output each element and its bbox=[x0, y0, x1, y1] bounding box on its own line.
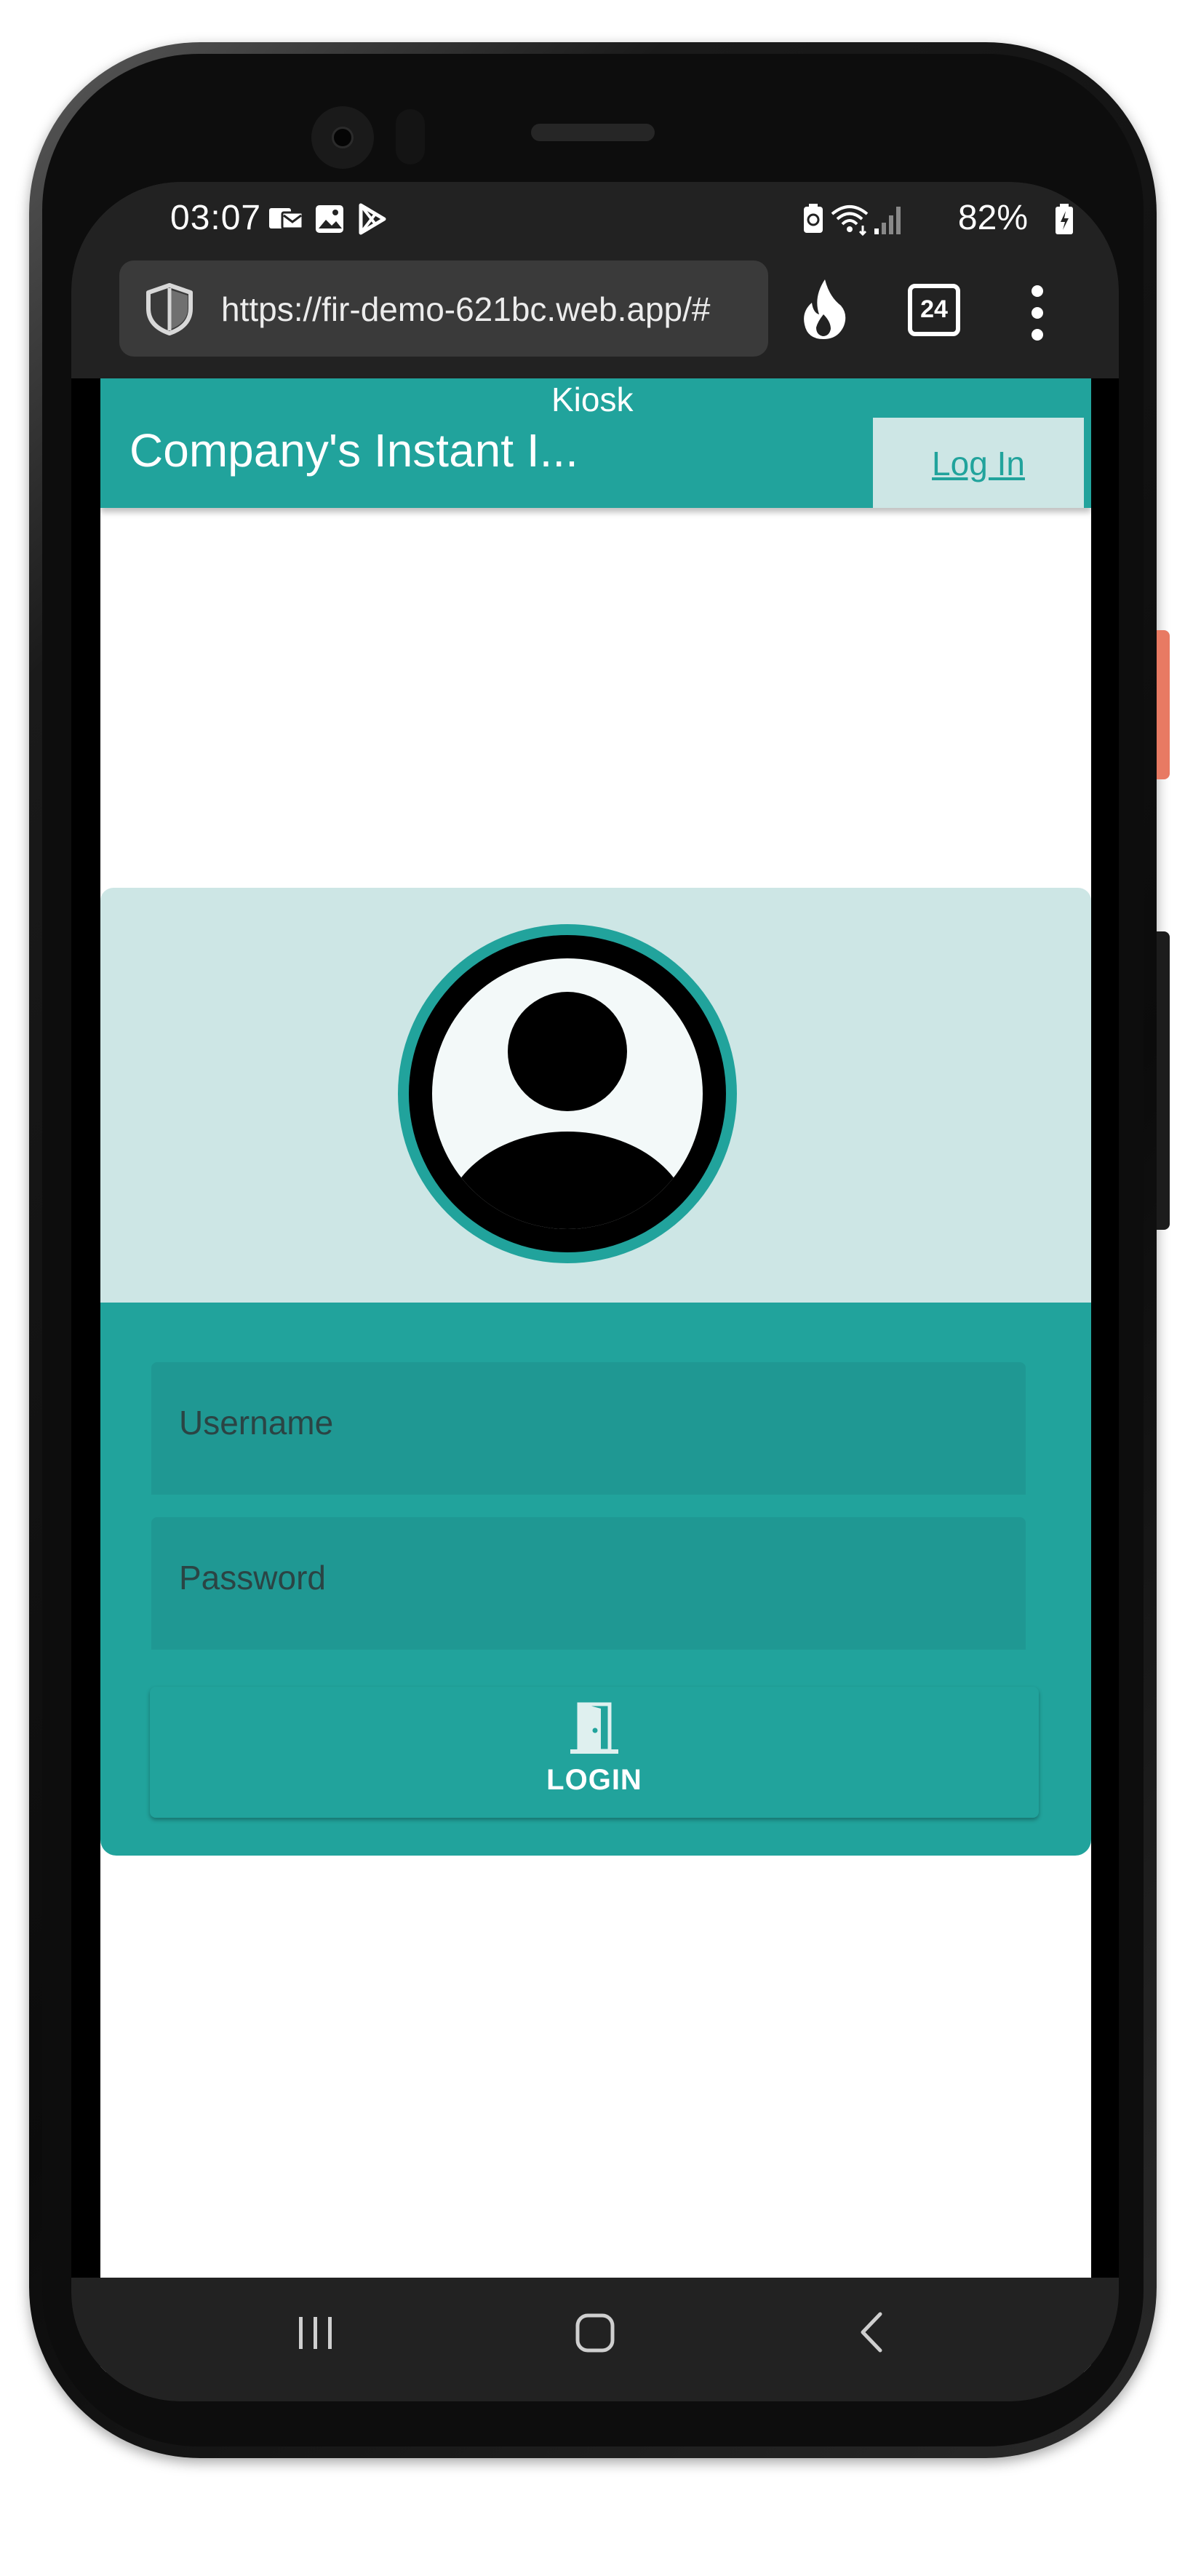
earpiece-speaker bbox=[531, 124, 655, 141]
back-icon[interactable] bbox=[828, 2299, 915, 2365]
battery-saver-icon bbox=[804, 204, 823, 233]
phone-screen: 03:07 82% https://fir-demo-621bc.web.app… bbox=[71, 182, 1119, 2401]
battery-charging-icon bbox=[1056, 204, 1073, 234]
proximity-sensor bbox=[396, 109, 425, 164]
login-form: Username Password LOGIN bbox=[100, 1303, 1091, 1856]
shield-icon[interactable] bbox=[144, 282, 195, 336]
app-title: Company's Instant I... bbox=[129, 424, 578, 477]
battery-percentage: 82% bbox=[957, 199, 1028, 237]
app-subtitle: Kiosk bbox=[551, 381, 634, 418]
avatar-icon bbox=[409, 935, 726, 1252]
gallery-icon bbox=[316, 205, 343, 233]
app-viewport: Kiosk Company's Instant I... Log In User… bbox=[100, 378, 1091, 2372]
url-bar[interactable]: https://fir-demo-621bc.web.app/# bbox=[119, 261, 768, 357]
password-placeholder: Password bbox=[179, 1559, 326, 1597]
flame-icon[interactable] bbox=[799, 277, 850, 342]
signal-icon bbox=[874, 207, 901, 234]
status-time: 03:07 bbox=[170, 199, 262, 237]
username-field[interactable]: Username bbox=[151, 1362, 1026, 1495]
more-menu-icon[interactable] bbox=[1029, 284, 1046, 342]
login-button-label: LOGIN bbox=[546, 1764, 642, 1796]
door-icon bbox=[570, 1702, 618, 1754]
login-link-label[interactable]: Log In bbox=[873, 444, 1084, 483]
login-button[interactable]: LOGIN bbox=[150, 1687, 1039, 1818]
wifi-icon bbox=[831, 205, 869, 236]
volume-button bbox=[1157, 931, 1170, 1230]
tabs-icon[interactable]: 24 bbox=[908, 284, 960, 336]
url-text[interactable]: https://fir-demo-621bc.web.app/# bbox=[221, 290, 752, 329]
system-nav-bar bbox=[71, 2278, 1119, 2401]
tab-count: 24 bbox=[920, 295, 948, 323]
notification-icon bbox=[269, 208, 304, 230]
power-button bbox=[1157, 630, 1170, 779]
camera-lens bbox=[332, 127, 354, 148]
recents-icon[interactable] bbox=[271, 2299, 359, 2365]
play-store-icon bbox=[359, 203, 386, 235]
username-placeholder: Username bbox=[179, 1404, 334, 1442]
login-link-button[interactable]: Log In bbox=[873, 418, 1084, 508]
password-field[interactable]: Password bbox=[151, 1517, 1026, 1650]
home-icon[interactable] bbox=[551, 2299, 639, 2365]
avatar-panel bbox=[100, 888, 1091, 1303]
app-bar: Kiosk Company's Instant I... Log In bbox=[100, 378, 1091, 508]
